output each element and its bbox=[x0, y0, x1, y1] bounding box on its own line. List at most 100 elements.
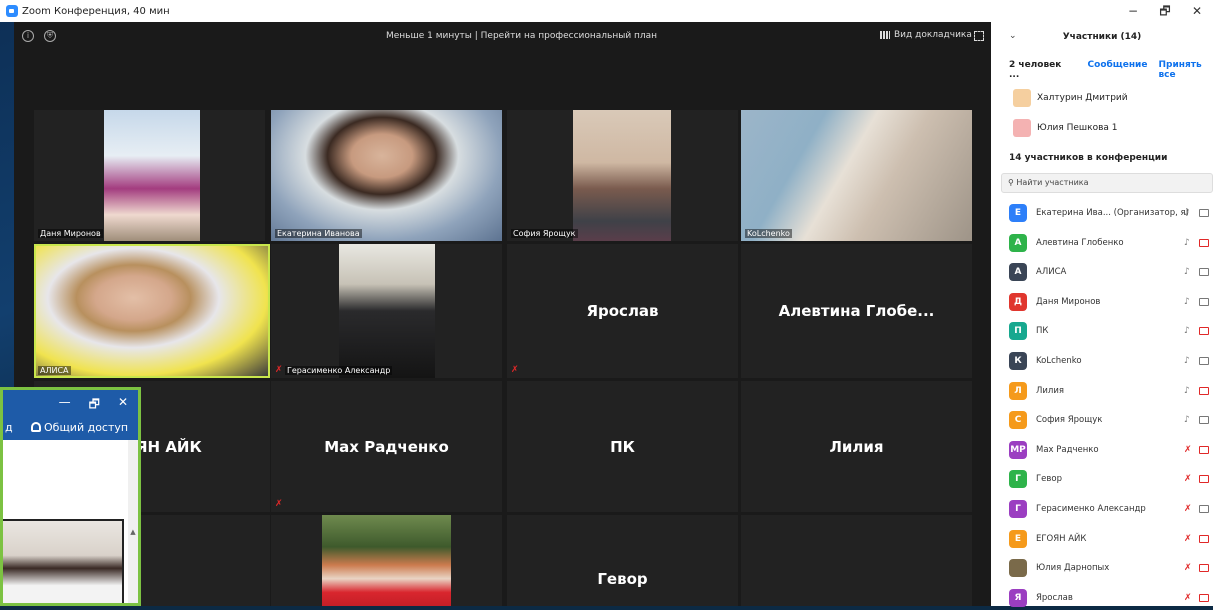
camera-icon[interactable] bbox=[1199, 416, 1209, 425]
avatar: А bbox=[1009, 233, 1027, 252]
participant-name: KoLchenko bbox=[1036, 356, 1082, 366]
admit-all-button[interactable]: Принять все bbox=[1158, 60, 1213, 80]
meeting-gallery: i ⛨ Меньше 1 минуты | Перейти на професс… bbox=[14, 22, 991, 606]
camera-off-icon[interactable] bbox=[1199, 386, 1209, 395]
camera-off-icon[interactable] bbox=[1199, 564, 1209, 573]
fullscreen-icon[interactable] bbox=[974, 31, 984, 41]
video-tile[interactable] bbox=[741, 515, 972, 606]
avatar: С bbox=[1009, 411, 1027, 430]
participant-row[interactable]: Юлия Дарнопых ✗ bbox=[991, 556, 1213, 580]
video-tile[interactable]: София Ярощук bbox=[507, 110, 738, 241]
participant-row[interactable]: Я Ярослав ✗ bbox=[991, 586, 1213, 610]
avatar bbox=[1013, 119, 1031, 137]
participant-row[interactable]: Д Даня Миронов ♪ bbox=[991, 290, 1213, 314]
info-icon[interactable]: i bbox=[22, 30, 34, 42]
share-button[interactable]: Общий доступ bbox=[31, 416, 128, 440]
upgrade-link[interactable]: Меньше 1 минуты | Перейти на профессиона… bbox=[386, 31, 657, 41]
participant-name: Лилия bbox=[1036, 385, 1064, 396]
waiting-item[interactable]: Халтурин Дмитрий bbox=[1013, 89, 1128, 107]
maximize-button[interactable]: 🗗 bbox=[1149, 0, 1181, 22]
minimize-button[interactable]: — bbox=[59, 395, 71, 416]
participant-video bbox=[741, 110, 972, 241]
participant-video bbox=[322, 515, 451, 606]
scrollbar[interactable]: ▲ bbox=[128, 440, 138, 603]
tile-name: АЛИСА bbox=[38, 366, 71, 375]
camera-off-icon[interactable] bbox=[1199, 593, 1209, 602]
camera-icon[interactable] bbox=[1199, 357, 1209, 365]
video-tile[interactable]: Ярослав ✗ bbox=[507, 244, 738, 378]
participant-video bbox=[271, 110, 502, 241]
participant-row[interactable]: П ПК ♪ bbox=[991, 319, 1213, 343]
video-tile[interactable]: Max Радченко ✗ bbox=[271, 381, 502, 512]
camera-off-icon[interactable] bbox=[1199, 475, 1209, 484]
waiting-item[interactable]: Юлия Пешкова 1 bbox=[1013, 119, 1117, 137]
mic-icon[interactable]: ♪ bbox=[1184, 326, 1190, 336]
video-tile[interactable]: Гевор bbox=[507, 515, 738, 606]
mic-icon[interactable]: ♪ bbox=[1184, 415, 1190, 425]
meeting-topbar: i ⛨ Меньше 1 минуты | Перейти на професс… bbox=[14, 22, 991, 52]
participant-row[interactable]: Е ЕГОЯН АЙК ✗ bbox=[991, 527, 1213, 551]
mic-icon[interactable]: ♪ bbox=[1184, 238, 1190, 248]
mic-muted-icon[interactable]: ✗ bbox=[1184, 504, 1192, 514]
participant-row[interactable]: А Алевтина Глобенко ♪ bbox=[991, 231, 1213, 255]
participant-name: ЕГОЯН АЙК bbox=[1036, 533, 1087, 544]
maximize-button[interactable]: 🗗 bbox=[89, 395, 100, 416]
mic-muted-icon[interactable]: ✗ bbox=[1184, 563, 1192, 573]
participant-row[interactable]: А АЛИСА ♪ bbox=[991, 260, 1213, 284]
message-button[interactable]: Сообщение bbox=[1088, 60, 1148, 80]
mic-muted-icon[interactable]: ✗ bbox=[1184, 445, 1192, 455]
shield-icon[interactable]: ⛨ bbox=[44, 30, 56, 42]
video-tile[interactable]: KoLchenko bbox=[741, 110, 972, 241]
camera-icon[interactable] bbox=[1199, 268, 1209, 277]
camera-off-icon[interactable] bbox=[1199, 445, 1209, 454]
search-input[interactable]: ⚲ Найти участника bbox=[1001, 173, 1213, 193]
mic-icon[interactable]: ♪ bbox=[1184, 208, 1190, 218]
mic-muted-icon[interactable]: ✗ bbox=[1184, 593, 1192, 603]
video-tile[interactable] bbox=[271, 515, 502, 606]
mic-icon[interactable]: ♪ bbox=[1184, 297, 1190, 307]
participant-row[interactable]: Г Гевор ✗ bbox=[991, 467, 1213, 491]
participant-row[interactable]: К KoLchenko ♪ bbox=[991, 349, 1213, 373]
waiting-count[interactable]: 2 человек ... bbox=[1009, 60, 1066, 80]
camera-off-icon[interactable] bbox=[1199, 327, 1209, 336]
mic-icon[interactable]: ♪ bbox=[1184, 356, 1190, 366]
video-tile[interactable]: Алевтина Глобе... bbox=[741, 244, 972, 378]
video-tile[interactable]: Лилия bbox=[741, 381, 972, 512]
camera-icon[interactable] bbox=[1199, 505, 1209, 513]
video-tile[interactable]: ПК bbox=[507, 381, 738, 512]
participant-row[interactable]: С София Ярощук ♪ bbox=[991, 408, 1213, 432]
participant-row[interactable]: Л Лилия ♪ bbox=[991, 379, 1213, 403]
speaker-view-button[interactable]: Вид докладчика bbox=[880, 30, 972, 40]
mic-muted-icon[interactable]: ✗ bbox=[1184, 474, 1192, 484]
close-button[interactable]: ✕ bbox=[1181, 0, 1213, 22]
participant-row[interactable]: Г Герасименко Александр ✗ bbox=[991, 497, 1213, 521]
camera-off-icon[interactable] bbox=[1199, 238, 1209, 247]
camera-off-icon[interactable] bbox=[1199, 534, 1209, 543]
mic-icon[interactable]: ♪ bbox=[1184, 386, 1190, 396]
video-tile[interactable]: Екатерина Иванова bbox=[271, 110, 502, 241]
other-window-titlebar: — 🗗 ✕ bbox=[3, 390, 138, 416]
mic-muted-icon: ✗ bbox=[275, 499, 283, 509]
participant-name: АЛИСА bbox=[1036, 267, 1067, 278]
waiting-name: Юлия Пешкова 1 bbox=[1037, 123, 1118, 133]
video-tile[interactable]: Даня Миронов bbox=[34, 110, 265, 241]
camera-icon[interactable] bbox=[1199, 297, 1209, 306]
close-button[interactable]: ✕ bbox=[118, 395, 128, 416]
participant-video bbox=[339, 244, 435, 378]
participants-panel: ⌄ Участники (14) 2 человек ... Сообщение… bbox=[991, 22, 1213, 607]
scroll-up-icon[interactable]: ▲ bbox=[128, 528, 138, 536]
participant-row[interactable]: Е Екатерина Ива... (Организатор, я) ♪ bbox=[991, 201, 1213, 225]
participant-video bbox=[36, 246, 268, 376]
chevron-down-icon[interactable]: ⌄ bbox=[1009, 31, 1017, 41]
minimize-button[interactable]: − bbox=[1117, 0, 1149, 22]
tile-name: Max Радченко bbox=[324, 437, 449, 456]
video-tile-active-speaker[interactable]: АЛИСА bbox=[34, 244, 270, 378]
participant-video bbox=[104, 110, 200, 241]
avatar: Л bbox=[1009, 381, 1027, 400]
participant-row[interactable]: MP Max Радченко ✗ bbox=[991, 438, 1213, 462]
video-tile[interactable]: Герасименко Александр ✗ bbox=[271, 244, 502, 378]
mic-muted-icon[interactable]: ✗ bbox=[1184, 534, 1192, 544]
mic-icon[interactable]: ♪ bbox=[1184, 267, 1190, 277]
participant-name: Max Радченко bbox=[1036, 444, 1099, 455]
camera-icon[interactable] bbox=[1199, 209, 1209, 217]
